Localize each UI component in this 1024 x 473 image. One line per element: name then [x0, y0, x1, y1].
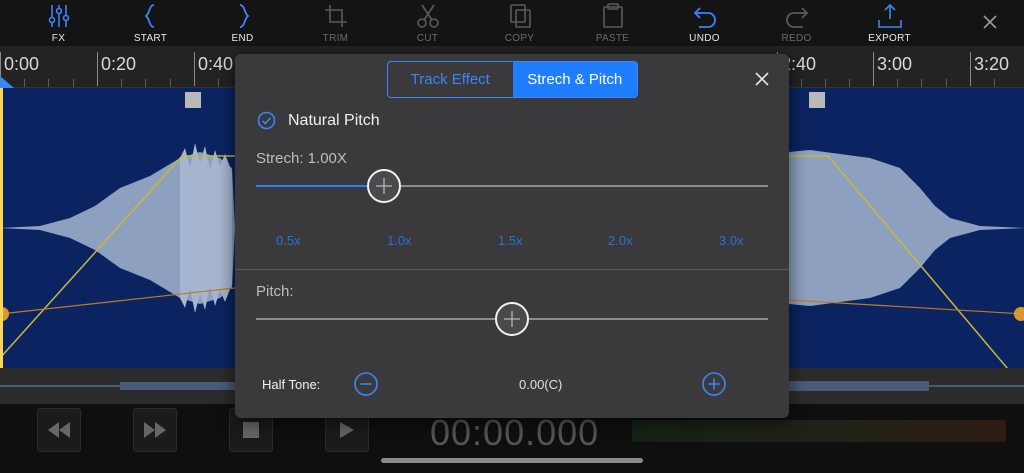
timecode-display: 00:00.000	[430, 412, 600, 453]
ruler-minor-tick	[921, 79, 922, 87]
ruler-tick	[873, 52, 874, 86]
play-icon	[340, 422, 354, 438]
toolbar: FX START END TRIM CUT COPY PASTE UNDO RE…	[0, 0, 1024, 46]
brace-left-icon	[144, 4, 154, 28]
fx-label: FX	[51, 33, 66, 44]
redo-label: REDO	[781, 33, 812, 44]
export-label: EXPORT	[868, 33, 911, 44]
redo-icon	[785, 7, 808, 28]
copy-button[interactable]: COPY	[473, 0, 566, 46]
undo-icon	[693, 7, 716, 28]
ruler-minor-tick	[73, 79, 74, 87]
stop-icon	[243, 422, 259, 438]
half-tone-label: Half Tone:	[262, 377, 321, 392]
tab-segmented-control: Track Effect Strech & Pitch	[387, 61, 638, 98]
ruler-minor-tick	[801, 79, 802, 87]
plus-circle-icon[interactable]	[702, 372, 726, 396]
ruler-tick-label: 0:40	[198, 54, 234, 74]
undo-button[interactable]: UNDO	[658, 0, 751, 46]
ruler-minor-tick	[48, 79, 49, 87]
fast-forward-button[interactable]	[133, 408, 177, 452]
ruler-minor-tick	[994, 79, 995, 87]
strech-pitch-dialog: Track Effect Strech & Pitch Natural Pitc…	[235, 54, 789, 418]
tab-track-effect[interactable]: Track Effect	[388, 62, 513, 97]
trim-button[interactable]: TRIM	[289, 0, 382, 46]
paste-icon	[602, 3, 623, 28]
audio-editor: FX START END TRIM CUT COPY PASTE UNDO RE…	[0, 0, 1024, 473]
plus-icon	[504, 311, 520, 327]
cut-button[interactable]: CUT	[381, 0, 474, 46]
fast-forward-icon	[144, 422, 166, 438]
brace-right-icon	[239, 4, 249, 28]
playhead-marker-icon[interactable]	[0, 76, 14, 88]
stretch-mark[interactable]: 1.5x	[498, 233, 523, 248]
start-label: START	[133, 33, 168, 44]
stretch-mark[interactable]: 3.0x	[719, 233, 744, 248]
home-indicator[interactable]	[381, 458, 643, 463]
divider	[235, 269, 789, 270]
end-label: END	[231, 33, 254, 44]
natural-pitch-label: Natural Pitch	[288, 111, 380, 129]
trim-label: TRIM	[322, 33, 349, 44]
ruler-minor-tick	[121, 79, 122, 87]
tab-strech-pitch[interactable]: Strech & Pitch	[512, 62, 637, 97]
pitch-label: Pitch:	[256, 283, 294, 300]
end-button[interactable]: END	[196, 0, 289, 46]
crop-icon	[324, 5, 347, 27]
export-button[interactable]: EXPORT	[843, 0, 936, 46]
start-handle[interactable]	[185, 92, 201, 108]
stretch-slider[interactable]	[256, 185, 768, 187]
undo-label: UNDO	[689, 33, 720, 44]
ruler-minor-tick	[170, 79, 171, 87]
fx-button[interactable]: FX	[12, 0, 105, 46]
copy-label: COPY	[504, 33, 535, 44]
ruler-minor-tick	[897, 79, 898, 87]
ruler-minor-tick	[218, 79, 219, 87]
scissors-icon	[416, 4, 439, 28]
ruler-minor-tick	[946, 79, 947, 87]
ruler-tick	[970, 52, 971, 86]
export-icon	[877, 3, 902, 28]
close-icon[interactable]	[982, 14, 998, 30]
stretch-label: Strech: 1.00X	[256, 150, 347, 167]
playhead-line[interactable]	[0, 88, 3, 368]
close-icon[interactable]	[755, 72, 769, 86]
stretch-mark[interactable]: 2.0x	[608, 233, 633, 248]
rewind-icon	[48, 422, 70, 438]
stretch-mark[interactable]: 0.5x	[276, 233, 301, 248]
copy-icon	[509, 4, 531, 28]
natural-pitch-toggle[interactable]: Natural Pitch	[257, 111, 380, 130]
stretch-mark[interactable]: 1.0x	[387, 233, 412, 248]
ruler-tick	[97, 52, 98, 86]
stretch-slider-fill	[256, 185, 384, 187]
stretch-slider-thumb[interactable]	[367, 169, 401, 203]
half-tone-value: 0.00(C)	[519, 377, 563, 392]
start-button[interactable]: START	[104, 0, 197, 46]
ruler-tick-label: 0:20	[101, 54, 137, 74]
ruler-minor-tick	[849, 79, 850, 87]
rewind-button[interactable]	[37, 408, 81, 452]
sliders-icon	[48, 5, 69, 27]
paste-button[interactable]: PASTE	[566, 0, 659, 46]
ruler-tick	[194, 52, 195, 86]
ruler-tick-label: 0:00	[4, 54, 40, 74]
redo-button[interactable]: REDO	[750, 0, 843, 46]
cut-label: CUT	[416, 33, 439, 44]
ruler-minor-tick	[24, 79, 25, 87]
plus-icon	[376, 178, 392, 194]
paste-label: PASTE	[595, 33, 630, 44]
pitch-slider-thumb[interactable]	[495, 302, 529, 336]
ruler-tick-label: 3:00	[877, 54, 913, 74]
ruler-minor-tick	[145, 79, 146, 87]
end-handle[interactable]	[809, 92, 825, 108]
level-meter	[632, 420, 1006, 442]
minus-circle-icon[interactable]	[354, 372, 378, 396]
ruler-tick-label: 3:20	[974, 54, 1010, 74]
checkmark-circle-icon[interactable]	[257, 111, 276, 130]
ruler-minor-tick	[825, 79, 826, 87]
